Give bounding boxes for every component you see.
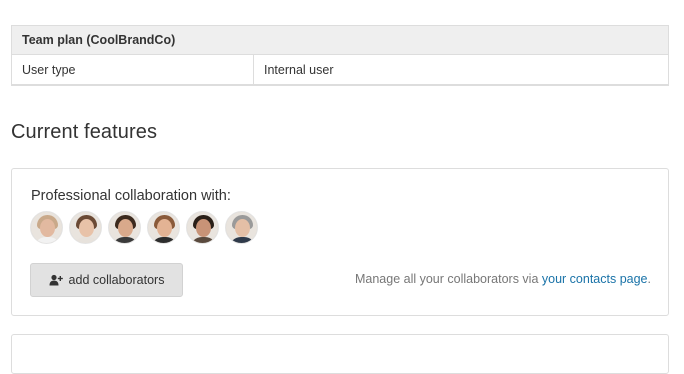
plan-table: Team plan (CoolBrandCo) User type Intern… [11, 25, 669, 86]
avatar-collaborator-6 [225, 211, 258, 244]
avatar-collaborator-3 [108, 211, 141, 244]
manage-collaborators-text: Manage all your collaborators via your c… [355, 272, 651, 286]
plan-row-key: User type [12, 55, 254, 84]
add-user-icon [49, 274, 63, 286]
manage-prefix: Manage all your collaborators via [354, 272, 542, 286]
collab-title: Professional collaboration with: [31, 188, 231, 204]
plan-row-user-type: User type Internal user [12, 55, 668, 84]
add-collaborators-button[interactable]: add collaborators [30, 263, 183, 297]
section-title: Current features [11, 121, 158, 143]
manage-suffix: . [647, 272, 651, 286]
avatar-collaborator-5 [186, 211, 219, 244]
features-card: Professional collaboration with: add col… [11, 168, 669, 316]
avatar-collaborator-1 [30, 211, 63, 244]
plan-row-value: Internal user [264, 62, 334, 77]
avatar-collaborator-4 [147, 211, 180, 244]
add-collaborators-label: add collaborators [68, 273, 165, 287]
avatar-list [30, 211, 258, 244]
avatar-collaborator-2 [69, 211, 102, 244]
contacts-page-link[interactable]: your contacts page [542, 272, 648, 286]
plan-header: Team plan (CoolBrandCo) [12, 26, 668, 55]
next-card [11, 334, 669, 374]
